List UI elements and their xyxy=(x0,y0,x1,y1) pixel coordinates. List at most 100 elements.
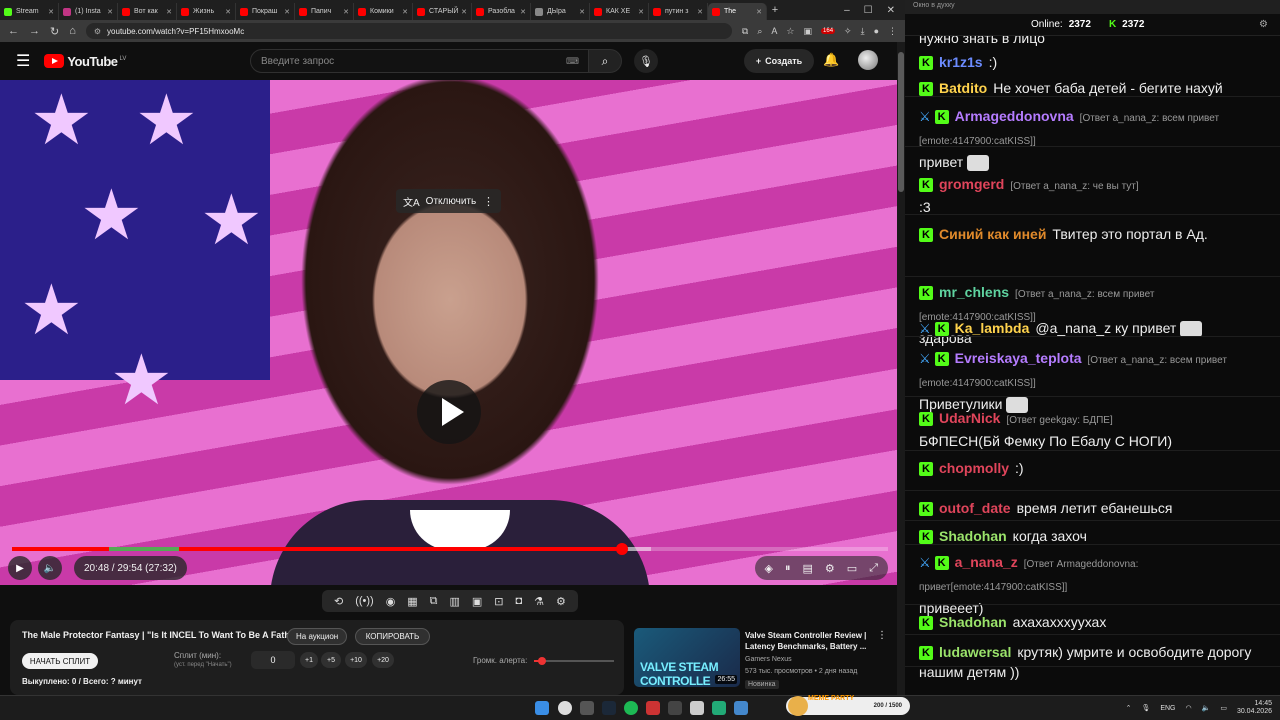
translate-toggle[interactable]: 文A Отключить ⋮ xyxy=(396,189,501,213)
youtube-logo[interactable]: YouTube LV xyxy=(44,54,126,69)
tab-close-icon[interactable]: ✕ xyxy=(402,8,408,16)
search-button[interactable]: ⌕ xyxy=(588,49,622,73)
more-dots-icon[interactable]: ⋮ xyxy=(877,630,887,641)
browser-tab[interactable]: Разобла ✕ xyxy=(472,3,531,20)
extensions-puzzle-icon[interactable]: ✧ xyxy=(844,26,852,37)
increment-button[interactable]: +1 xyxy=(300,652,318,668)
tab-close-icon[interactable]: ✕ xyxy=(107,8,113,16)
chat-username[interactable]: outof_date xyxy=(939,500,1011,516)
start-icon[interactable] xyxy=(535,701,549,715)
lang-indicator[interactable]: ENG xyxy=(1160,705,1175,712)
chat-username[interactable]: chopmolly xyxy=(939,460,1009,476)
wifi-icon[interactable]: ◠ xyxy=(1186,704,1192,712)
page-scrollbar[interactable] xyxy=(897,42,905,695)
theater-mode-icon[interactable]: ▭ xyxy=(847,562,857,575)
avatar[interactable] xyxy=(858,50,878,70)
chat-username[interactable]: gromgerd xyxy=(939,176,1004,192)
browser-tab[interactable]: путин з ✕ xyxy=(649,3,708,20)
search-input[interactable]: Введите запрос ⌨ xyxy=(250,49,590,73)
fullscreen-icon[interactable]: ⤢ xyxy=(869,562,878,575)
clock[interactable]: 14:45 30.04.2026 xyxy=(1237,700,1272,716)
tab-close-icon[interactable]: ✕ xyxy=(756,8,762,16)
keyboard-icon[interactable]: ⌨ xyxy=(566,56,579,67)
profile-icon[interactable]: ● xyxy=(874,26,879,36)
sponsor-icon[interactable]: ◈ xyxy=(765,562,773,575)
chat-feed[interactable]: нужно знать в лицо Kkr1z1s:) K Batdito Не хо… xyxy=(905,36,1280,695)
increment-button[interactable]: +10 xyxy=(345,652,367,668)
tab-close-icon[interactable]: ✕ xyxy=(284,8,290,16)
scrollbar-thumb[interactable] xyxy=(898,52,904,192)
tray-chevron-icon[interactable]: ⌃ xyxy=(1126,704,1132,712)
speaker-icon[interactable]: 🔈 xyxy=(1202,704,1211,712)
chat-username[interactable]: mr_chlens xyxy=(939,284,1009,300)
subtitles-icon[interactable]: ▤ xyxy=(803,562,813,575)
bookmark-star-icon[interactable]: ☆ xyxy=(786,26,794,37)
volume-button[interactable]: 🔈 xyxy=(38,556,62,580)
browser-tab[interactable]: ДЫра ✕ xyxy=(531,3,590,20)
browser-tab[interactable]: Папич ✕ xyxy=(295,3,354,20)
extension-icon[interactable]: ▣ xyxy=(804,26,813,37)
spotify-icon[interactable] xyxy=(624,701,638,715)
progress-scrubber[interactable] xyxy=(615,543,628,555)
tab-close-icon[interactable]: ✕ xyxy=(579,8,585,16)
tab-close-icon[interactable]: ✕ xyxy=(461,8,467,16)
copy-button[interactable]: КОПИРОВАТЬ xyxy=(355,628,430,645)
loop-icon[interactable]: ⟲ xyxy=(334,595,343,608)
create-button[interactable]: + Создать xyxy=(744,49,814,73)
settings-gear-icon[interactable]: ⚙ xyxy=(825,562,835,575)
image-icon[interactable]: ⊡ xyxy=(494,595,503,608)
video-player[interactable]: ★ ★ ★ ★ ★ ★ 文A Отключить ⋮ xyxy=(0,80,897,585)
pip-icon[interactable]: ⧉ xyxy=(430,595,438,608)
forward-icon[interactable]: → xyxy=(29,25,40,37)
reload-icon[interactable]: ↻ xyxy=(50,25,59,38)
alert-volume-slider[interactable] xyxy=(534,657,614,665)
chat-username[interactable]: a_nana_z xyxy=(955,554,1018,570)
browser-tab[interactable]: Покраш ✕ xyxy=(236,3,295,20)
chat-username[interactable]: Batdito xyxy=(939,80,987,96)
recommended-title[interactable]: Valve Steam Controller Review | Latency … xyxy=(745,630,875,652)
chat-username[interactable]: UdarNick xyxy=(939,410,1000,426)
browser-tab[interactable]: Жизнь ✕ xyxy=(177,3,236,20)
auction-button[interactable]: На аукцион xyxy=(287,628,348,645)
tab-close-icon[interactable]: ✕ xyxy=(225,8,231,16)
more-dots-icon[interactable]: ⋮ xyxy=(483,195,494,208)
chat-settings-icon[interactable]: ⚙ xyxy=(1259,19,1268,30)
telegram-icon[interactable] xyxy=(734,701,748,715)
frames-icon[interactable]: ▥ xyxy=(450,595,460,608)
chat-username[interactable]: Синий как иней xyxy=(939,226,1046,242)
tab-close-icon[interactable]: ✕ xyxy=(343,8,349,16)
chat-username[interactable]: Ka_lambda xyxy=(955,320,1030,336)
progress-bar[interactable] xyxy=(12,543,888,555)
hamburger-menu-icon[interactable]: ☰ xyxy=(16,51,30,71)
chat-username[interactable]: ludawersal xyxy=(939,644,1011,660)
menu-dots-icon[interactable]: ⋮ xyxy=(888,26,897,37)
mic-tray-icon[interactable]: 🎙 xyxy=(1141,704,1150,712)
home-icon[interactable]: ⌂ xyxy=(69,25,76,37)
voice-search-button[interactable]: 🎙 xyxy=(634,49,658,73)
back-icon[interactable]: ← xyxy=(8,25,19,37)
url-field[interactable]: ⚙ youtube.com/watch?v=PF15HmxooMc xyxy=(85,23,732,39)
autoplay-toggle-icon[interactable]: ⏸ xyxy=(785,562,791,575)
play-button[interactable]: ▶ xyxy=(8,556,32,580)
speed-icon[interactable]: ▣ xyxy=(472,595,482,608)
start-split-button[interactable]: НАЧАТЬ СПЛИТ xyxy=(22,653,98,669)
chrome-icon[interactable] xyxy=(558,701,572,715)
install-icon[interactable]: ⧉ xyxy=(742,26,748,37)
video-thumbnail[interactable]: VALVE STEAM CONTROLLE 26:55 xyxy=(634,628,740,687)
big-play-button[interactable] xyxy=(417,380,481,444)
notifications-bell-icon[interactable]: 🔔 xyxy=(823,52,839,68)
increment-button[interactable]: +20 xyxy=(372,652,394,668)
app-icon[interactable] xyxy=(690,701,704,715)
app-icon[interactable] xyxy=(646,701,660,715)
zoom-icon[interactable]: ⌕ xyxy=(757,26,762,37)
chat-username[interactable]: kr1z1s xyxy=(939,54,983,70)
tab-close-icon[interactable]: ✕ xyxy=(638,8,644,16)
browser-tab[interactable]: СТАРЫЙ ✕ xyxy=(413,3,472,20)
eye-icon[interactable]: ◉ xyxy=(386,595,396,608)
tab-close-icon[interactable]: ✕ xyxy=(697,8,703,16)
tab-close-icon[interactable]: ✕ xyxy=(48,8,54,16)
chat-username[interactable]: Shadohan xyxy=(939,614,1007,630)
browser-tab[interactable]: КАК ХЕ ✕ xyxy=(590,3,649,20)
flask-icon[interactable]: ⚗ xyxy=(534,595,544,608)
steam-icon[interactable] xyxy=(602,701,616,715)
